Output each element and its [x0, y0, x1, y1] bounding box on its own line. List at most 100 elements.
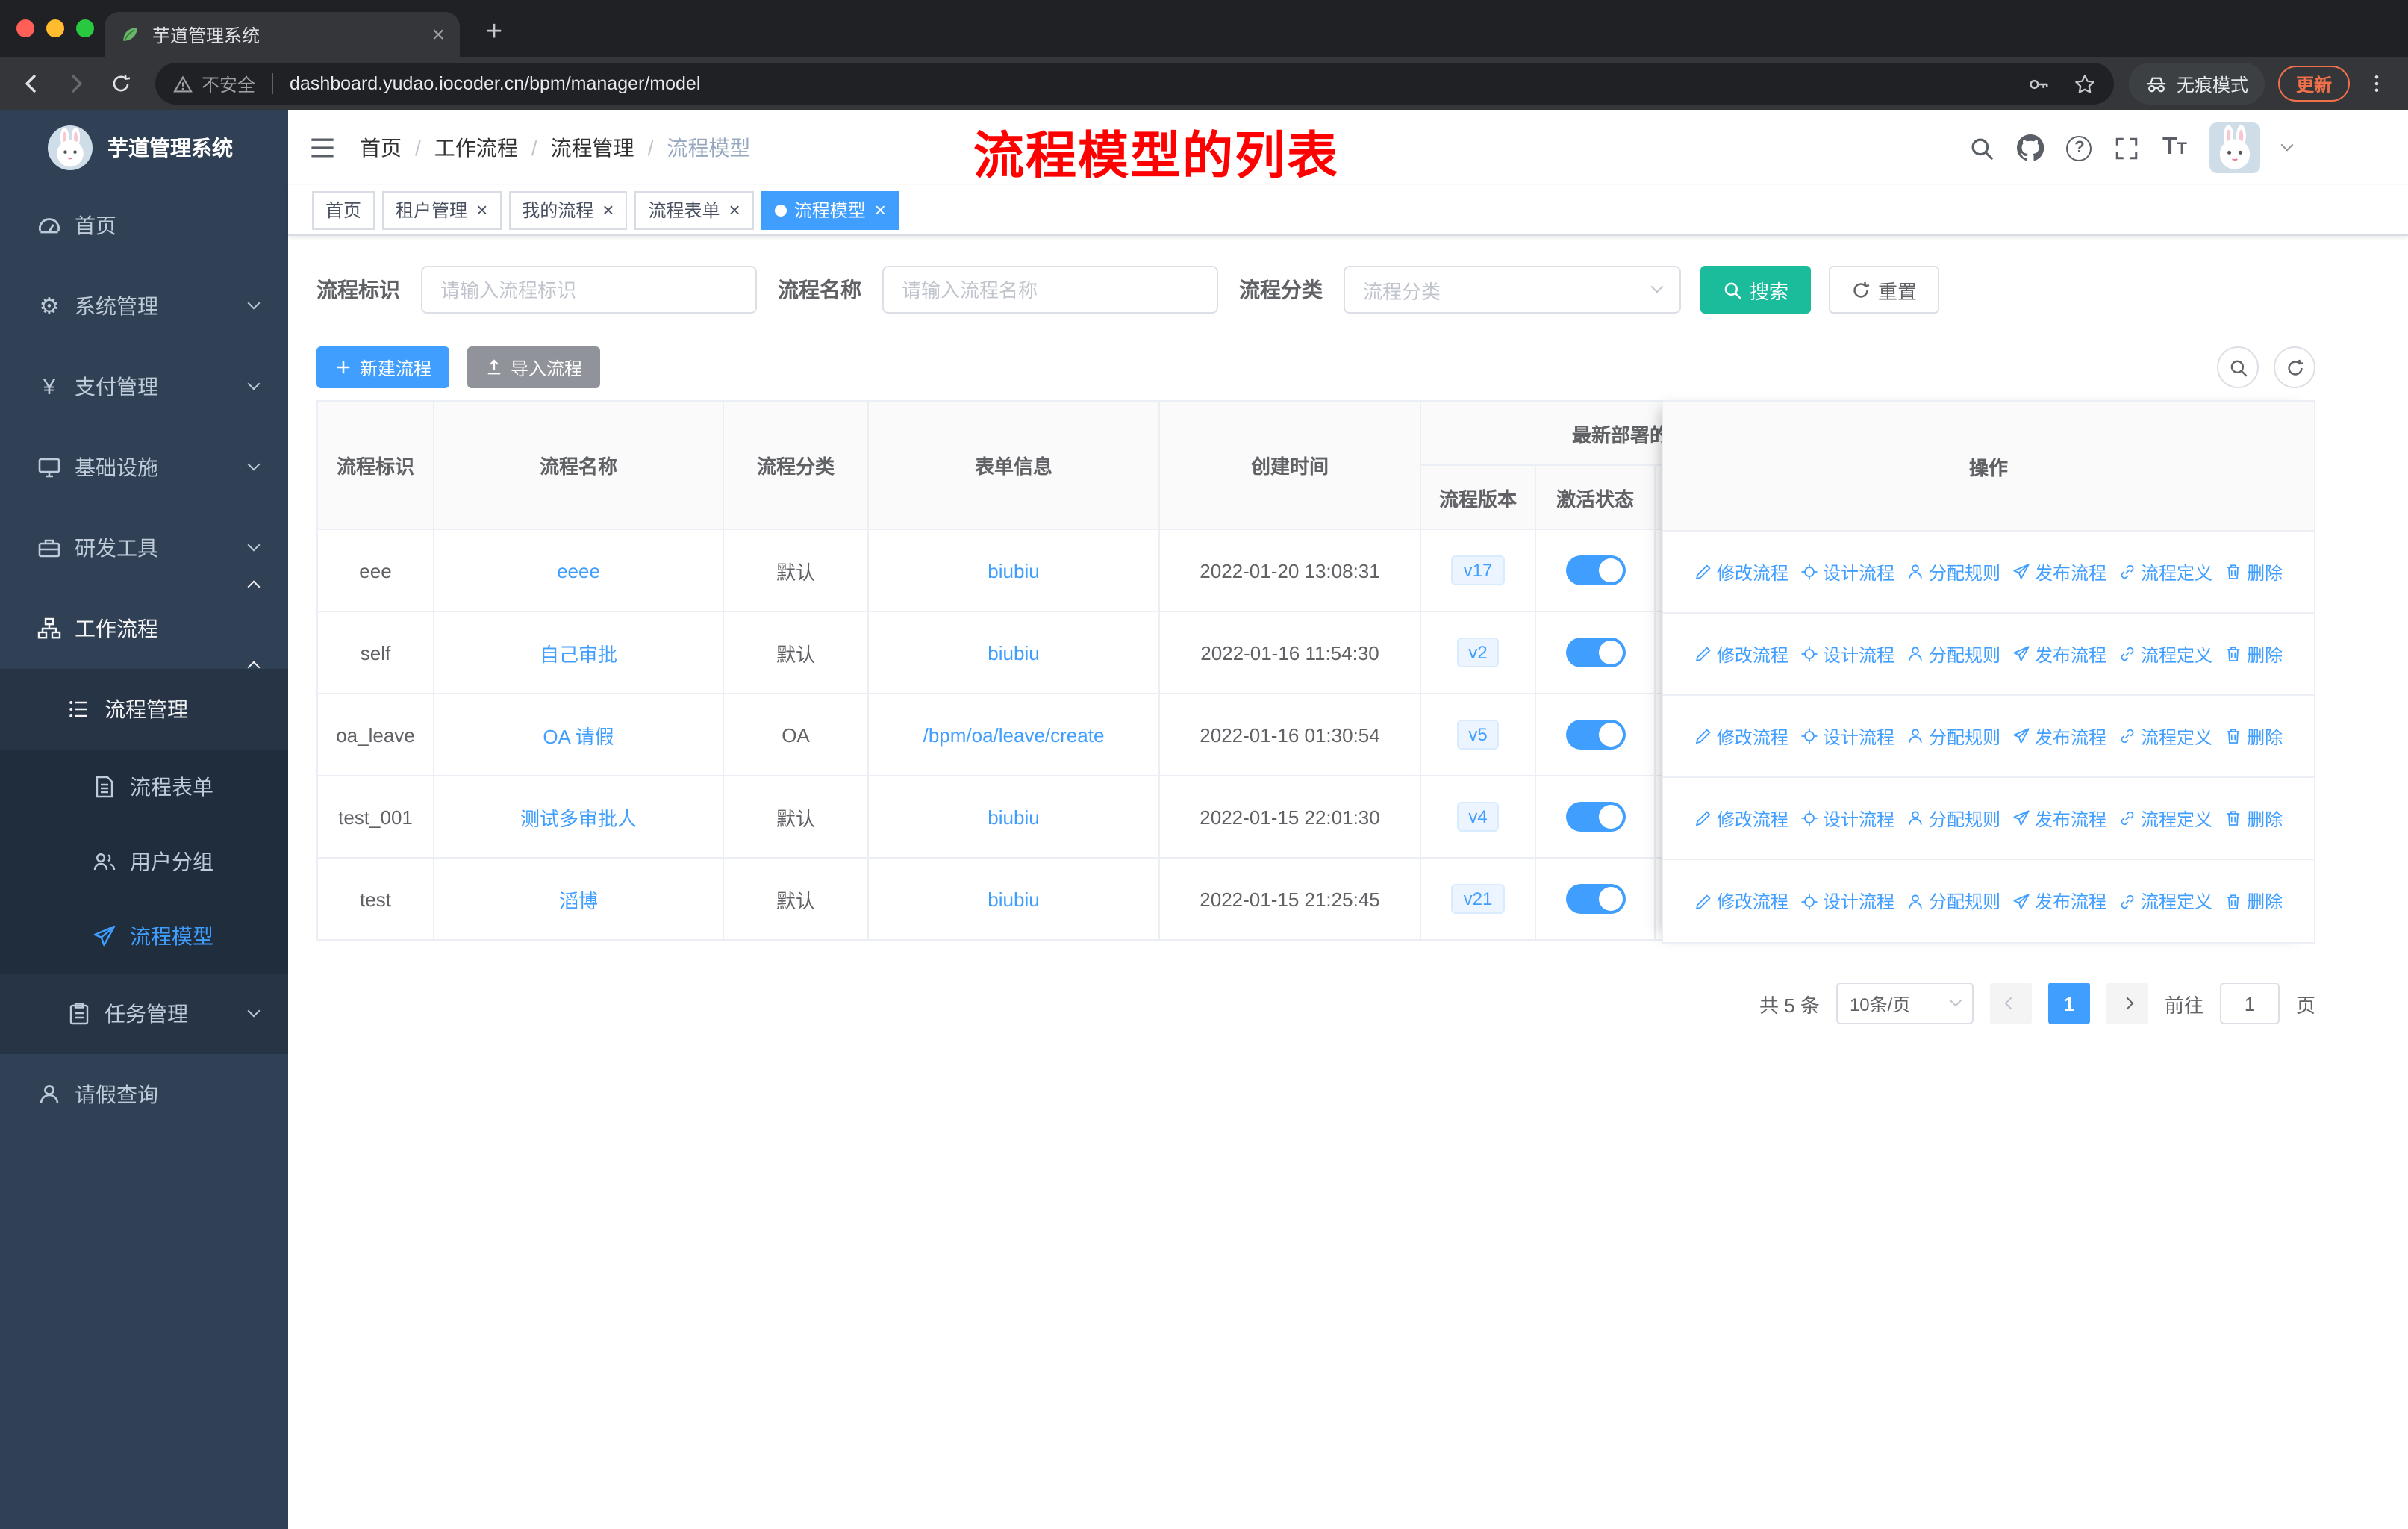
active-toggle[interactable] [1565, 802, 1625, 832]
page-size-select[interactable]: 10条/页 [1835, 983, 1974, 1024]
action-edit-link[interactable]: 修改流程 [1694, 806, 1788, 831]
version-tag[interactable]: v4 [1456, 801, 1500, 832]
form-info-link[interactable]: biubiu [988, 641, 1039, 664]
github-icon[interactable] [2018, 134, 2044, 161]
action-design-link[interactable]: 设计流程 [1800, 641, 1894, 667]
action-design-link[interactable]: 设计流程 [1800, 559, 1894, 585]
next-page-button[interactable] [2106, 983, 2148, 1024]
font-size-icon[interactable]: TT [2162, 135, 2187, 160]
security-label[interactable]: 不安全 [202, 71, 255, 96]
tab-close-icon[interactable]: × [431, 23, 445, 46]
version-tag[interactable]: v5 [1456, 719, 1500, 750]
sidebar-item[interactable]: ¥ 支付管理 [0, 346, 288, 427]
category-select[interactable]: 流程分类 [1344, 266, 1681, 314]
sidebar-item[interactable]: ⚙ 系统管理 [0, 266, 288, 346]
action-edit-link[interactable]: 修改流程 [1694, 641, 1788, 667]
action-delete-link[interactable]: 删除 [2224, 723, 2283, 749]
tag-close-icon[interactable]: × [729, 200, 740, 219]
sidebar-item[interactable]: 研发工具 [0, 508, 288, 588]
sidebar-item[interactable]: 流程管理 [0, 661, 288, 750]
tag-item[interactable]: 我的流程 × [508, 190, 628, 229]
refresh-table-button[interactable] [2274, 346, 2315, 388]
process-name-link[interactable]: 滔博 [559, 889, 598, 912]
action-publish-link[interactable]: 发布流程 [2012, 888, 2106, 914]
sidebar-item[interactable]: 流程表单 [0, 750, 288, 824]
breadcrumb-item[interactable]: 首页 [360, 133, 402, 163]
page-number-button[interactable]: 1 [2047, 983, 2090, 1024]
toggle-search-button[interactable] [2217, 346, 2259, 388]
version-tag[interactable]: v2 [1456, 637, 1500, 668]
tag-close-icon[interactable]: × [602, 200, 614, 219]
action-delete-link[interactable]: 删除 [2224, 806, 2283, 831]
fullscreen-icon[interactable] [2115, 135, 2140, 161]
action-edit-link[interactable]: 修改流程 [1694, 559, 1788, 585]
action-edit-link[interactable]: 修改流程 [1694, 888, 1788, 914]
browser-tab[interactable]: 芋道管理系统 × [105, 12, 460, 57]
sidebar-item[interactable]: 流程模型 [0, 899, 288, 974]
search-icon[interactable] [1970, 135, 1995, 161]
bookmark-star-icon[interactable] [2074, 72, 2096, 95]
action-assign-link[interactable]: 分配规则 [1906, 723, 2000, 749]
form-info-link[interactable]: biubiu [988, 806, 1039, 828]
help-icon[interactable]: ? [2066, 135, 2092, 161]
form-info-link[interactable]: biubiu [988, 888, 1039, 910]
process-name-input[interactable] [882, 266, 1218, 314]
action-assign-link[interactable]: 分配规则 [1906, 641, 2000, 667]
tag-item[interactable]: 租户管理 × [382, 190, 502, 229]
sidebar-item[interactable]: 工作流程 [0, 580, 288, 669]
sidebar-item[interactable]: 任务管理 [0, 974, 288, 1054]
process-name-link[interactable]: eeee [557, 559, 600, 582]
action-assign-link[interactable]: 分配规则 [1906, 888, 2000, 914]
version-tag[interactable]: v21 [1451, 883, 1505, 915]
action-publish-link[interactable]: 发布流程 [2012, 559, 2106, 585]
breadcrumb-item[interactable]: 流程管理 [551, 133, 634, 163]
action-edit-link[interactable]: 修改流程 [1694, 723, 1788, 749]
user-avatar[interactable] [2209, 122, 2260, 173]
active-toggle[interactable] [1565, 638, 1625, 667]
forward-button[interactable] [57, 64, 96, 103]
reload-button[interactable] [102, 64, 140, 103]
tag-item[interactable]: 流程模型 × [761, 190, 899, 229]
update-button[interactable]: 更新 [2277, 66, 2350, 102]
action-definition-link[interactable]: 流程定义 [2118, 723, 2212, 749]
sidebar-item[interactable]: 基础设施 [0, 427, 288, 508]
process-key-input[interactable] [421, 266, 757, 314]
goto-page-input[interactable] [2219, 983, 2280, 1024]
process-name-link[interactable]: 测试多审批人 [520, 807, 637, 829]
tag-item[interactable]: 首页 [312, 190, 375, 229]
sidebar-toggle-icon[interactable] [309, 134, 336, 161]
action-design-link[interactable]: 设计流程 [1800, 806, 1894, 831]
action-assign-link[interactable]: 分配规则 [1906, 806, 2000, 831]
action-publish-link[interactable]: 发布流程 [2012, 641, 2106, 667]
action-definition-link[interactable]: 流程定义 [2118, 641, 2212, 667]
action-publish-link[interactable]: 发布流程 [2012, 806, 2106, 831]
action-assign-link[interactable]: 分配规则 [1906, 559, 2000, 585]
sidebar-item[interactable]: 首页 [0, 185, 288, 266]
browser-menu-icon[interactable] [2357, 64, 2396, 103]
sidebar-item[interactable]: 用户分组 [0, 824, 288, 899]
process-name-link[interactable]: OA 请假 [543, 725, 614, 747]
new-tab-button[interactable]: + [475, 13, 514, 52]
action-delete-link[interactable]: 删除 [2224, 888, 2283, 914]
create-process-button[interactable]: 新建流程 [316, 346, 450, 388]
tag-item[interactable]: 流程表单 × [634, 190, 754, 229]
reset-button[interactable]: 重置 [1829, 266, 1940, 314]
tag-close-icon[interactable]: × [875, 200, 886, 219]
form-info-link[interactable]: biubiu [988, 559, 1039, 582]
action-delete-link[interactable]: 删除 [2224, 641, 2283, 667]
action-definition-link[interactable]: 流程定义 [2118, 888, 2212, 914]
form-info-link[interactable]: /bpm/oa/leave/create [923, 723, 1105, 746]
action-design-link[interactable]: 设计流程 [1800, 888, 1894, 914]
action-definition-link[interactable]: 流程定义 [2118, 806, 2212, 831]
action-delete-link[interactable]: 删除 [2224, 559, 2283, 585]
password-key-icon[interactable] [2027, 72, 2050, 95]
address-bar[interactable]: 不安全 dashboard.yudao.iocoder.cn/bpm/manag… [155, 63, 2114, 105]
process-name-link[interactable]: 自己审批 [540, 643, 617, 665]
active-toggle[interactable] [1565, 720, 1625, 750]
version-tag[interactable]: v17 [1451, 555, 1505, 586]
window-close-button[interactable] [16, 19, 34, 37]
sidebar-item[interactable]: 请假查询 [0, 1054, 288, 1135]
active-toggle[interactable] [1565, 555, 1625, 585]
action-definition-link[interactable]: 流程定义 [2118, 559, 2212, 585]
action-publish-link[interactable]: 发布流程 [2012, 723, 2106, 749]
